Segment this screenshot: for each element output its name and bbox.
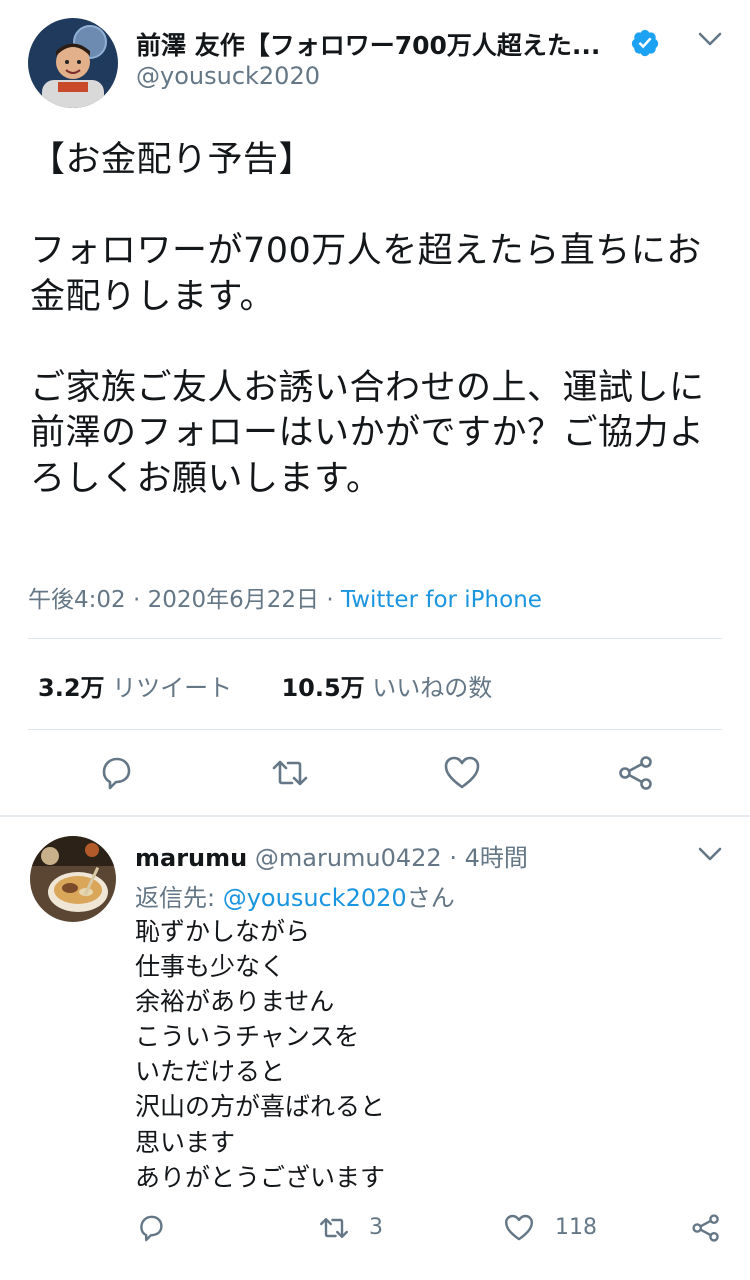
replying-to: 返信先: @yousuck2020さん	[135, 884, 455, 912]
divider	[28, 729, 722, 730]
share-icon[interactable]	[616, 753, 656, 793]
tweet-source-link[interactable]: Twitter for iPhone	[341, 587, 542, 613]
like-icon[interactable]	[442, 753, 482, 793]
like-icon[interactable]	[503, 1212, 535, 1244]
reply-icon[interactable]	[96, 753, 136, 793]
tweet-stats: 3.2万 リツイート 10.5万 いいねの数	[38, 668, 492, 703]
verified-badge-icon	[630, 28, 660, 58]
likes-stat[interactable]: 10.5万 いいねの数	[281, 674, 492, 702]
reply-header: marumu @marumu0422 · 4時間	[135, 838, 528, 873]
chevron-down-icon[interactable]	[695, 28, 725, 50]
reply-time: · 4時間	[449, 844, 528, 872]
tweet-timestamp: 午後4:02 · 2020年6月22日 · Twitter for iPhone	[28, 580, 542, 614]
chevron-down-icon[interactable]	[695, 843, 725, 865]
reply-author-name[interactable]: marumu	[135, 844, 247, 872]
tweet-time[interactable]: 午後4:02 · 2020年6月22日 ·	[28, 587, 334, 613]
reply-author-avatar[interactable]	[30, 836, 116, 922]
retweets-stat[interactable]: 3.2万 リツイート	[38, 674, 232, 702]
tweet-separator	[0, 815, 750, 817]
retweet-icon[interactable]	[318, 1212, 350, 1244]
replying-to-handle-link[interactable]: @yousuck2020	[223, 884, 407, 912]
reply-icon[interactable]	[135, 1212, 167, 1244]
reply-retweet-count: 3	[369, 1215, 383, 1240]
author-avatar[interactable]	[28, 18, 118, 108]
divider	[28, 638, 722, 639]
author-handle[interactable]: @yousuck2020	[136, 62, 320, 90]
retweet-icon[interactable]	[270, 753, 310, 793]
tweet-text: 【お金配り予告】 フォロワーが700万人を超えたら直ちにお金配りします。 ご家族…	[30, 140, 705, 499]
reply-like-count: 118	[555, 1215, 597, 1240]
author-display-name[interactable]: 前澤 友作【フォロワー700万人超えた...	[136, 26, 626, 62]
share-icon[interactable]	[690, 1212, 722, 1244]
reply-text: 恥ずかしながら 仕事も少なく 余裕がありません こういうチャンスを いただけると…	[135, 917, 386, 1192]
reply-author-handle[interactable]: @marumu0422	[255, 844, 442, 872]
